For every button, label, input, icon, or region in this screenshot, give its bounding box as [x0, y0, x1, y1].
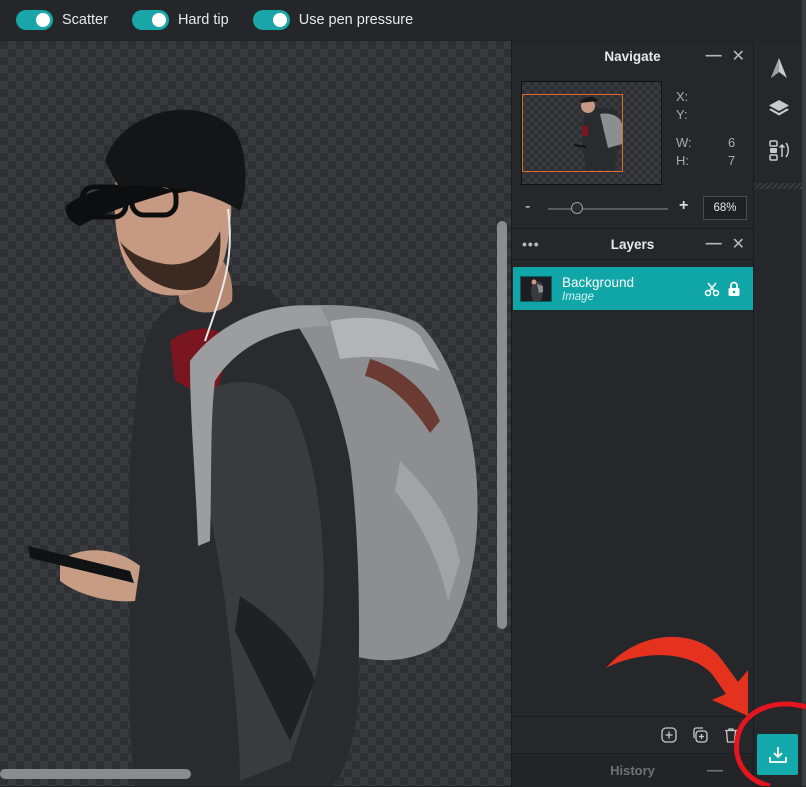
- window-edge: [802, 0, 806, 786]
- navigate-title: Navigate: [604, 48, 661, 64]
- w-value: 6: [728, 135, 736, 150]
- y-label: Y:: [676, 107, 688, 122]
- scissors-icon[interactable]: [704, 281, 720, 297]
- download-icon: [768, 746, 787, 763]
- h-value: 7: [728, 153, 736, 168]
- hard-tip-label: Hard tip: [177, 12, 229, 28]
- x-label: X:: [676, 89, 689, 104]
- cutout-person-image: [28, 109, 478, 786]
- zoom-value-field[interactable]: 68%: [703, 196, 747, 220]
- layer-thumbnail-image: [531, 279, 543, 301]
- history-header[interactable]: History —: [512, 753, 753, 787]
- scatter-label: Scatter: [62, 12, 108, 28]
- add-layer-icon[interactable]: [661, 727, 677, 743]
- zoom-slider-handle[interactable]: [571, 202, 583, 214]
- layers-minimize-icon[interactable]: —: [706, 235, 722, 253]
- layers-icon[interactable]: [768, 97, 790, 119]
- side-panel: Navigate — ✕ X: Y: W: 6 H: 7 - + 68% •••…: [511, 41, 753, 787]
- h-label: H:: [676, 153, 689, 168]
- zoom-controls: - + 68%: [512, 196, 753, 222]
- pen-pressure-label: Use pen pressure: [298, 12, 414, 28]
- scatter-toggle[interactable]: [16, 10, 53, 30]
- layers-menu-icon[interactable]: •••: [522, 229, 540, 259]
- layers-header: ••• Layers — ✕: [512, 228, 753, 260]
- navigator-thumbnail[interactable]: [521, 81, 662, 185]
- adjust-layers-icon[interactable]: [768, 139, 790, 161]
- delete-layer-icon[interactable]: [723, 727, 739, 743]
- navigate-header: Navigate — ✕: [512, 41, 753, 71]
- layers-footer-toolbar: [512, 716, 753, 753]
- strip-divider: [754, 183, 806, 189]
- zoom-in-button[interactable]: +: [679, 197, 688, 215]
- lock-icon[interactable]: [727, 281, 741, 297]
- navigate-close-icon[interactable]: ✕: [732, 46, 745, 66]
- pen-pressure-toggle-group[interactable]: Use pen pressure: [252, 10, 414, 30]
- navigate-arrow-icon[interactable]: [768, 57, 790, 79]
- hard-tip-toggle-group[interactable]: Hard tip: [131, 10, 229, 30]
- scatter-toggle-group[interactable]: Scatter: [16, 10, 108, 30]
- canvas-vertical-scrollbar[interactable]: [497, 221, 507, 629]
- zoom-slider-track[interactable]: [548, 208, 668, 210]
- download-button[interactable]: [757, 734, 798, 775]
- right-tool-strip: [753, 41, 806, 786]
- hard-tip-toggle[interactable]: [131, 10, 169, 30]
- viewport-rect[interactable]: [522, 94, 623, 172]
- layer-name: Background: [562, 274, 635, 290]
- layers-close-icon[interactable]: ✕: [732, 234, 745, 254]
- w-label: W:: [676, 135, 692, 150]
- navigate-minimize-icon[interactable]: —: [706, 47, 722, 65]
- layers-title: Layers: [610, 236, 655, 252]
- image-canvas[interactable]: [0, 41, 511, 786]
- layer-thumbnail: [520, 275, 552, 302]
- top-toolbar: Scatter Hard tip Use pen pressure: [0, 0, 806, 40]
- layer-item-background[interactable]: Background Image: [513, 267, 753, 310]
- pen-pressure-toggle[interactable]: [252, 10, 290, 30]
- canvas-horizontal-scrollbar[interactable]: [0, 769, 191, 779]
- zoom-out-button[interactable]: -: [525, 198, 530, 216]
- history-minimize-icon[interactable]: —: [707, 754, 723, 787]
- history-title: History: [610, 763, 655, 778]
- layer-type: Image: [562, 290, 594, 303]
- duplicate-layer-icon[interactable]: [692, 727, 708, 743]
